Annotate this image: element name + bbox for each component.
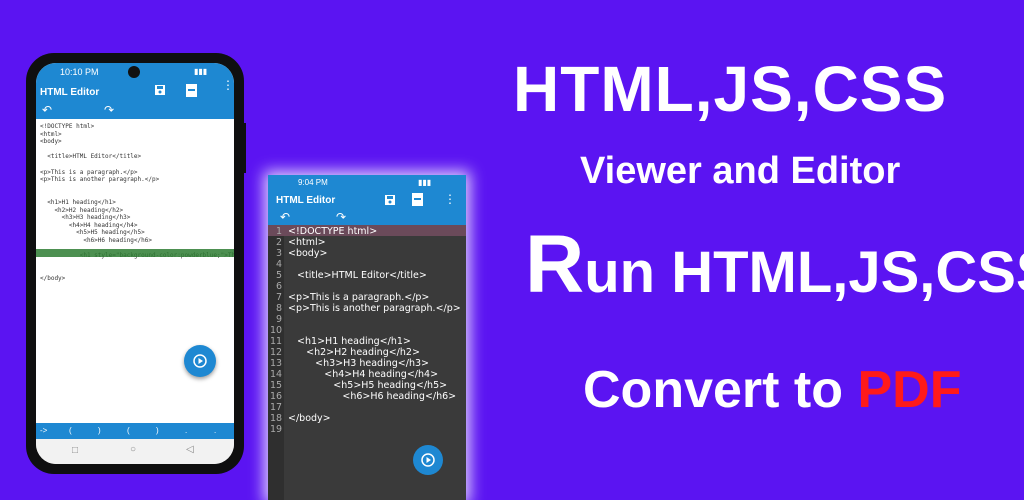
code-line: <p style="background-color:tomato;"> — [40, 259, 171, 267]
code-line: <h4>H4 heading</h4> — [40, 221, 138, 229]
line-number: 5 — [275, 270, 282, 281]
line-number: 1 — [275, 226, 282, 237]
code-line: <p>This is a paragraph.</p> — [40, 168, 138, 176]
redo-icon[interactable]: ↷ — [104, 103, 114, 117]
more-vert-icon[interactable]: ⋮ — [444, 192, 456, 206]
save-icon[interactable] — [384, 193, 396, 211]
headline-run-rest: un HTML,JS,CSS — [584, 240, 1024, 305]
line-number: 8 — [275, 303, 282, 314]
headline-run: Run HTML,JS,CSS — [525, 218, 1024, 312]
square-nav-icon[interactable]: □ — [72, 445, 78, 456]
code-text: <body> — [288, 248, 328, 259]
headline-viewer-editor: Viewer and Editor — [580, 150, 901, 192]
headline-run-initial: R — [525, 219, 585, 310]
phone-screen-left: 10:10 PM ▮▮▮ HTML Editor ⋮ ↶ ↷ <!DOCTYPE… — [36, 63, 234, 464]
more-vert-icon[interactable]: ⋮ — [222, 79, 234, 91]
status-time: 9:04 PM — [298, 178, 328, 187]
symbol-key[interactable]: . — [214, 426, 216, 435]
code-text: <h6>H6 heading</h6> — [288, 391, 457, 402]
symbol-keybar: -> () ().. — [36, 423, 234, 439]
run-icon — [421, 453, 435, 467]
camera-notch — [128, 66, 140, 78]
line-number: 14 — [270, 369, 283, 380]
headline-convert-prefix: Convert to — [583, 361, 858, 419]
run-icon — [193, 354, 207, 368]
symbol-key[interactable]: ( — [69, 426, 72, 435]
status-bar: 9:04 PM ▮▮▮ — [268, 175, 466, 191]
line-number: 4 — [275, 259, 282, 270]
redo-icon[interactable]: ↷ — [336, 210, 346, 224]
line-number: 2 — [275, 237, 282, 248]
code-text: <p>This is another paragraph.</p> — [288, 303, 461, 314]
code-line: <h5>H5 heading</h5> — [40, 229, 145, 237]
pdf-icon[interactable] — [186, 84, 197, 102]
back-nav-icon[interactable]: ◁ — [186, 444, 194, 455]
circle-nav-icon[interactable]: ○ — [130, 444, 136, 455]
code-line: <p>This is another paragraph.</p> — [40, 176, 160, 184]
code-line: <body> — [40, 138, 62, 146]
headline-pdf: PDF — [857, 361, 962, 419]
line-number: 11 — [270, 336, 283, 347]
run-button[interactable] — [413, 445, 443, 475]
line-number: 19 — [270, 424, 283, 435]
phone-mockup-right: 9:04 PM ▮▮▮ HTML Editor ⋮ ↶ ↷ 1 <!DOCTYPE… — [268, 175, 466, 500]
app-bar: HTML Editor ⋮ ↶ ↷ — [36, 79, 234, 119]
code-text: <h3>H3 heading</h3> — [288, 358, 429, 369]
code-text: <h4>H4 heading</h4> — [288, 369, 439, 380]
symbol-key[interactable]: -> — [40, 426, 47, 435]
status-time: 10:10 PM — [60, 67, 99, 77]
code-line: <h2>H2 heading</h2> — [40, 206, 124, 214]
system-nav-bar: □ ○ ◁ — [36, 439, 234, 464]
line-number: 18 — [270, 413, 283, 424]
signal-icon: ▮▮▮ — [194, 67, 208, 76]
run-button[interactable] — [184, 345, 216, 377]
code-line: <!DOCTYPE html> — [40, 123, 95, 130]
pdf-icon[interactable] — [412, 193, 423, 211]
symbol-key[interactable]: . — [185, 426, 187, 435]
line-number: 7 — [275, 292, 282, 303]
app-title: HTML Editor — [40, 87, 100, 98]
headline-convert: Convert to PDF — [583, 360, 961, 420]
signal-icon: ▮▮▮ — [418, 178, 432, 187]
code-text: <p>This is a paragraph.</p> — [288, 292, 430, 303]
line-number: 3 — [275, 248, 282, 259]
save-icon[interactable] — [154, 84, 166, 99]
code-line: <h3>H3 heading</h3> — [40, 214, 131, 222]
code-line: <title>HTML Editor</title> — [40, 153, 142, 161]
headline-html-js-css: HTML,JS,CSS — [513, 53, 948, 125]
line-number: 12 — [270, 347, 283, 358]
line-number: 13 — [270, 358, 283, 369]
side-button — [242, 123, 246, 173]
code-line: <html> — [40, 130, 62, 138]
code-text: <!DOCTYPE html> — [288, 226, 378, 237]
code-text: <h1>H1 heading</h1> — [288, 336, 411, 347]
line-number: 9 — [275, 314, 282, 325]
code-line: </body> — [40, 275, 66, 282]
symbol-key[interactable]: ( — [127, 426, 130, 435]
code-text: </body> — [288, 413, 331, 424]
line-number: 6 — [275, 281, 282, 292]
code-line: <h6>H6 heading</h6> — [40, 237, 152, 244]
code-text: <html> — [288, 237, 326, 248]
code-text: <title>HTML Editor</title> — [288, 270, 427, 281]
undo-icon[interactable]: ↶ — [280, 210, 290, 224]
app-bar: HTML Editor ⋮ ↶ ↷ — [268, 191, 466, 225]
undo-icon[interactable]: ↶ — [42, 103, 52, 117]
symbol-key[interactable]: ) — [156, 426, 159, 435]
code-text: <h5>H5 heading</h5> — [288, 380, 448, 391]
line-number: 17 — [270, 402, 283, 413]
line-number: 16 — [270, 391, 283, 402]
line-number: 15 — [270, 380, 283, 391]
phone-mockup-left: 10:10 PM ▮▮▮ HTML Editor ⋮ ↶ ↷ <!DOCTYPE… — [26, 53, 246, 474]
highlight-line — [36, 249, 234, 257]
line-number: 10 — [270, 325, 283, 336]
app-title: HTML Editor — [276, 195, 336, 206]
symbol-key[interactable]: ) — [98, 426, 101, 435]
code-line: <h1>H1 heading</h1> — [40, 199, 116, 206]
code-text: <h2>H2 heading</h2> — [288, 347, 420, 358]
